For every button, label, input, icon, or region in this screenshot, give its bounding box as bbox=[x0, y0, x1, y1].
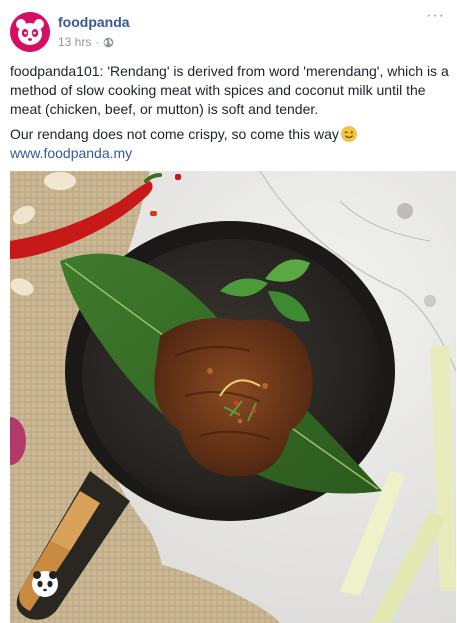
post-link-line: www.foodpanda.my bbox=[10, 144, 450, 163]
post-text: foodpanda101: 'Rendang' is derived from … bbox=[10, 62, 450, 163]
avatar[interactable] bbox=[10, 12, 50, 52]
post-body-paragraph: foodpanda101: 'Rendang' is derived from … bbox=[10, 63, 449, 117]
meta-separator: · bbox=[95, 35, 100, 49]
post-header: foodpanda 13 hrs · ··· bbox=[10, 8, 447, 54]
page-name-link[interactable]: foodpanda bbox=[58, 14, 130, 30]
post-meta: 13 hrs · bbox=[58, 35, 114, 49]
panda-watermark-icon bbox=[32, 571, 58, 597]
post-timestamp[interactable]: 13 hrs bbox=[58, 35, 91, 49]
post-body-line: Our rendang does not come crispy, so com… bbox=[10, 125, 450, 144]
panda-logo-icon bbox=[10, 12, 50, 52]
post-body-second: Our rendang does not come crispy, so com… bbox=[10, 126, 339, 142]
post-photo-rendang[interactable] bbox=[10, 171, 456, 623]
foodpanda-website-link[interactable]: www.foodpanda.my bbox=[10, 145, 132, 161]
rendang-dish-illustration bbox=[10, 171, 456, 623]
globe-icon[interactable] bbox=[103, 37, 114, 48]
post-options-button[interactable]: ··· bbox=[426, 8, 445, 24]
facebook-post: foodpanda 13 hrs · ··· foodpanda101: 'Re… bbox=[0, 0, 457, 623]
winking-face-emoji-icon bbox=[341, 126, 357, 142]
